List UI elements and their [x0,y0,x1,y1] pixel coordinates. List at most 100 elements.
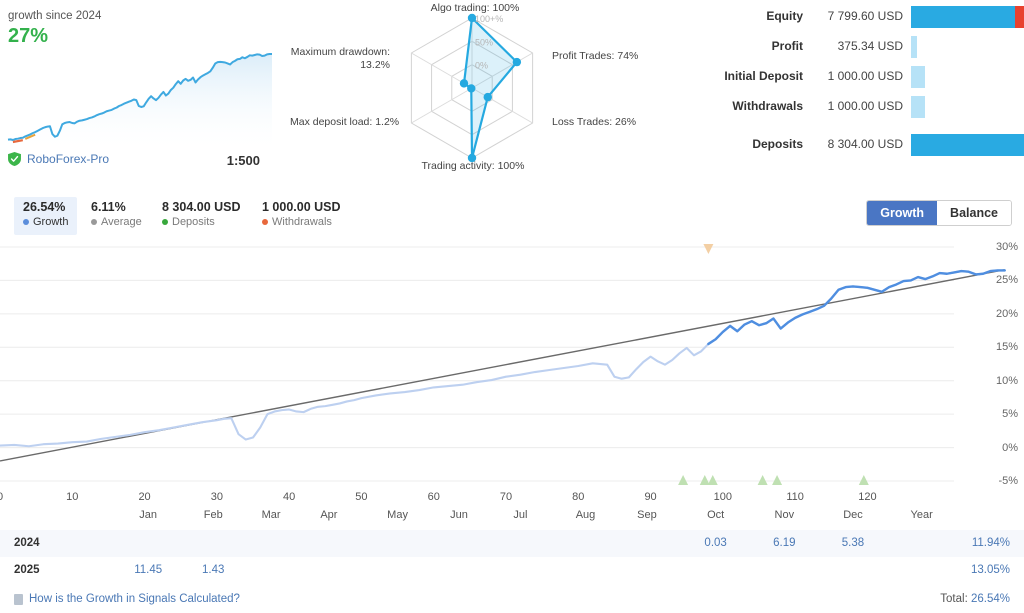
radar-label-1: Profit Trades: 74% [552,50,638,63]
sparkline-chart [0,40,280,148]
stat-bar-overlay [1015,6,1024,28]
growth-chart-svg [0,237,1024,489]
leverage-value: 1:500 [227,153,260,168]
stat-label: Equity [715,9,803,23]
toggle-balance-button[interactable]: Balance [937,201,1011,225]
month-label-apr: Apr [320,509,337,521]
toggle-growth-button[interactable]: Growth [867,201,937,225]
table-row: 20240.036.195.3811.94% [0,530,1024,557]
growth-help-link[interactable]: How is the Growth in Signals Calculated? [14,593,240,605]
x-axis-tick: 90 [644,491,656,503]
stat-bar [911,6,1024,28]
legend-item-withdrawals[interactable]: 1 000.00 USDWithdrawals [253,197,350,235]
stat-value: 375.34 USD [807,39,903,53]
stat-bar [911,66,925,88]
legend-item-average[interactable]: 6.11%Average [82,197,151,235]
table-year-total: 13.05% [971,564,1010,576]
stat-bar-track [911,66,1024,88]
stat-row: Equity 7 799.60 USD [715,6,1024,30]
x-axis-tick: 100 [714,491,732,503]
stat-value: 7 799.60 USD [807,9,903,23]
stat-bar [911,96,925,118]
radar-label-2: Loss Trades: 26% [552,116,636,129]
legend-label: Growth [23,215,68,229]
x-axis-tick: 40 [283,491,295,503]
signal-statistics-page: growth since 2024 27% RoboForex-Pro 1:50… [0,0,1024,613]
growth-chart: 30%25%20%15%10%5%0%-5% [0,237,1024,489]
legend-label-text: Deposits [172,215,215,229]
stat-bar-track [911,6,1024,28]
month-label-nov: Nov [775,509,795,521]
x-axis-tick: 110 [786,491,804,503]
x-axis-tick: 50 [355,491,367,503]
info-icon [14,594,23,605]
month-label-dec: Dec [843,509,863,521]
account-stats-panel: Equity 7 799.60 USD Profit 375.34 USD Initia… [715,0,1024,182]
stat-bar-track [911,36,1024,58]
table-cell-dec: 5.38 [842,537,864,549]
radar-chart: 0% 50% 100+% [290,0,710,182]
total-label: Total: [940,593,968,605]
y-axis-tick: -5% [998,475,1018,487]
month-label-mar: Mar [262,509,281,521]
month-label-sep: Sep [637,509,657,521]
stat-bar-track [911,96,1024,118]
legend-label-text: Growth [33,215,68,229]
table-row: 202511.451.4313.05% [0,557,1024,584]
radar-label-0: Algo trading: 100% [400,2,550,15]
month-label-may: May [387,509,408,521]
legend-value: 26.54% [23,200,68,215]
stat-bar-track [911,134,1024,156]
top-summary-section: growth since 2024 27% RoboForex-Pro 1:50… [0,0,1024,182]
x-axis-tick: 120 [858,491,876,503]
performance-radar-panel: 0% 50% 100+% Algo trading: 100% Profit Trad… [290,0,710,182]
stat-label: Initial Deposit [715,69,803,83]
stat-row: Profit 375.34 USD [715,36,1024,60]
stat-label: Deposits [715,137,803,151]
y-axis-tick: 0% [1002,442,1018,454]
sparkline-footer: RoboForex-Pro 1:500 [8,152,274,172]
month-label-jan: Jan [139,509,157,521]
x-axis-tick: 60 [428,491,440,503]
stat-row: Initial Deposit 1 000.00 USD [715,66,1024,90]
sparkline-title: growth since 2024 [8,10,101,22]
table-cell-feb: 1.43 [202,564,224,576]
stat-label: Profit [715,39,803,53]
month-label-jun: Jun [450,509,468,521]
svg-text:50%: 50% [475,37,493,47]
y-axis-tick: 15% [996,341,1018,353]
stat-value: 1 000.00 USD [807,69,903,83]
x-axis-tick: 10 [66,491,78,503]
legend-item-growth[interactable]: 26.54%Growth [14,197,77,235]
legend-item-deposits[interactable]: 8 304.00 USDDeposits [153,197,250,235]
legend-color-dot [262,219,268,225]
svg-text:0%: 0% [475,61,488,71]
stat-row: Deposits8 304.00 USD [715,134,1024,158]
legend-value: 6.11% [91,200,142,215]
x-axis: 0102030405060708090100110120JanFebMarApr… [0,489,1024,527]
month-label-year: Year [911,509,933,521]
chart-mode-toggle[interactable]: Growth Balance [866,200,1012,226]
table-year: 2024 [14,537,40,549]
legend-label-text: Withdrawals [272,215,332,229]
x-axis-tick: 80 [572,491,584,503]
x-axis-tick: 70 [500,491,512,503]
x-axis-tick: 0 [0,491,3,503]
broker-info[interactable]: RoboForex-Pro [8,152,109,166]
table-cell-nov: 6.19 [773,537,795,549]
svg-text:100+%: 100+% [475,14,503,24]
legend-label: Deposits [162,215,241,229]
total-growth: Total: 26.54% [940,593,1010,605]
broker-name: RoboForex-Pro [27,152,109,166]
y-axis-tick: 30% [996,241,1018,253]
y-axis-tick: 5% [1002,408,1018,420]
table-footer: How is the Growth in Signals Calculated?… [0,588,1024,613]
legend-color-dot [91,219,97,225]
stat-label: Withdrawals [715,99,803,113]
table-year-total: 11.94% [972,537,1010,549]
month-label-aug: Aug [576,509,596,521]
y-axis-tick: 25% [996,274,1018,286]
month-label-oct: Oct [707,509,724,521]
radar-label-3: Trading activity: 100% [398,160,548,173]
help-link-label: How is the Growth in Signals Calculated? [29,593,240,605]
